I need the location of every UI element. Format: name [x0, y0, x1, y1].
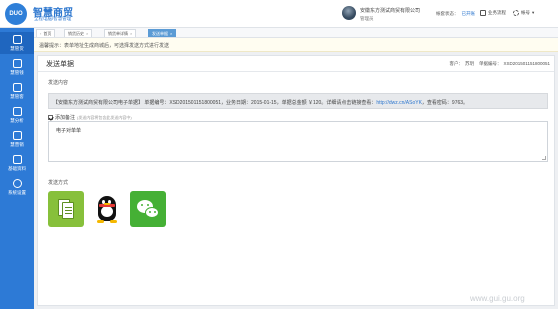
watermark: www.gui.gu.org: [470, 294, 525, 303]
user-role: 管理员: [360, 16, 374, 21]
close-icon[interactable]: ×: [130, 31, 132, 36]
business-process-button[interactable]: 业务流程: [480, 10, 506, 16]
sidebar-item-marketing[interactable]: 慧营销: [0, 128, 34, 150]
view-link[interactable]: http://dwz.cn/ASoYK: [376, 100, 422, 106]
sidebar-item-label: 慧营销: [10, 142, 24, 147]
panel-header: 发送单据 客户： 苏玥 单据编号： XSD201501151800051: [38, 56, 554, 72]
sidebar-item-customers[interactable]: 慧管客: [0, 80, 34, 102]
remark-hint: (发送内容将包含此发送内容中): [77, 114, 132, 120]
remark-row: 添加备注 (发送内容将包含此发送内容中): [48, 114, 132, 121]
gear-icon: [12, 179, 22, 188]
sidebar-item-basic-data[interactable]: 基础资料: [0, 152, 34, 174]
app-subtitle: 全程电脑/智慧管理: [34, 16, 72, 21]
send-wechat-button[interactable]: [130, 191, 166, 227]
send-content-suffix: ，查看密码：9763。: [421, 100, 469, 106]
page-title: 发送单据: [46, 61, 74, 68]
send-content-text: 【安徽东方测试商贸有限公司电子单据】 单据编号：XSD2015011518000…: [53, 100, 377, 106]
top-bar: DUO 智慧商贸 全程电脑/智慧管理 安徽东方测试商贸有限公司 管理员 帐套状态…: [0, 0, 558, 28]
tab-home-close[interactable]: ‹: [40, 31, 41, 36]
company-name: 安徽东方测试商贸有限公司: [360, 8, 421, 14]
content-label: 发送内容: [48, 80, 69, 86]
customer-value: 苏玥: [465, 61, 475, 66]
tab-label: 发送单据: [152, 30, 168, 36]
tab-bar: ‹ 首页 销货历史 × 销货单详情 × 发送单据 ×: [34, 28, 558, 38]
business-process-label: 业务流程: [488, 10, 506, 15]
sidebar-item-settings[interactable]: 系统设置: [0, 176, 34, 198]
book-icon: [12, 155, 22, 164]
send-qq-button[interactable]: [89, 191, 125, 227]
doc-number-value: XSD201501151800051: [503, 61, 550, 66]
account-status-value: 已开账: [461, 11, 476, 16]
account-settings-label: 帐号: [521, 10, 530, 15]
tab-label: 销货单详情: [108, 30, 128, 36]
wallet-icon: [12, 59, 22, 68]
add-remark-checkbox[interactable]: [48, 115, 53, 120]
send-method-label: 发送方式: [48, 180, 69, 186]
package-icon: [12, 35, 22, 44]
account-status-label: 帐套状态：: [436, 11, 459, 16]
process-icon: [480, 10, 486, 16]
chart-icon: [12, 107, 22, 116]
document-meta: 客户： 苏玥 单据编号： XSD201501151800051: [450, 61, 550, 67]
send-content-box: 【安徽东方测试商贸有限公司电子单据】 单据编号：XSD2015011518000…: [48, 93, 548, 109]
tab-sales-detail[interactable]: 销货单详情 ×: [104, 29, 137, 37]
gear-icon: [513, 10, 519, 16]
sidebar-item-label: 慧分析: [10, 118, 24, 123]
sidebar-item-label: 慧管货: [10, 46, 24, 51]
sidebar-item-label: 慧管客: [10, 94, 24, 99]
sidebar-item-money[interactable]: 慧管钱: [0, 56, 34, 78]
logo-icon: DUO: [5, 3, 27, 25]
users-icon: [12, 83, 22, 92]
send-method-list: [48, 191, 166, 227]
sidebar-item-analysis[interactable]: 慧分析: [0, 104, 34, 126]
doc-number-label: 单据编号：: [479, 61, 502, 66]
sidebar-item-label: 系统设置: [8, 190, 26, 195]
sidebar: 慧管货 慧管钱 慧管客 慧分析 慧营销 基础资料 系统设置: [0, 28, 34, 309]
resize-handle-icon[interactable]: [542, 156, 546, 160]
customer-label: 客户：: [449, 61, 464, 66]
account-settings-button[interactable]: 帐号 ▾: [513, 10, 534, 16]
sidebar-item-label: 基础资料: [8, 166, 26, 171]
tab-label: 销货历史: [68, 30, 84, 36]
avatar[interactable]: [342, 6, 356, 20]
sidebar-item-goods[interactable]: 慧管货: [0, 32, 34, 54]
sidebar-item-label: 慧管钱: [10, 70, 24, 75]
add-remark-label: 添加备注: [55, 115, 76, 121]
remark-textarea[interactable]: 电子对单单: [48, 121, 548, 162]
tab-home[interactable]: ‹ 首页: [36, 29, 56, 37]
chevron-down-icon: ▾: [532, 10, 535, 15]
tab-label: 首页: [43, 30, 52, 36]
close-icon[interactable]: ×: [86, 31, 88, 36]
send-document-panel: 发送单据 客户： 苏玥 单据编号： XSD201501151800051 发送内…: [37, 55, 555, 306]
tag-icon: [12, 131, 22, 140]
tips-bar: 温馨提示：表单地址生成商城后，可选择发送方式进行发送: [34, 38, 558, 52]
close-icon[interactable]: ×: [170, 31, 172, 36]
tab-sales-history[interactable]: 销货历史 ×: [64, 29, 93, 37]
account-status: 帐套状态： 已开账: [436, 11, 475, 17]
remark-text: 电子对单单: [56, 128, 82, 134]
tab-send-document[interactable]: 发送单据 ×: [148, 29, 177, 37]
send-file-button[interactable]: [48, 191, 84, 227]
